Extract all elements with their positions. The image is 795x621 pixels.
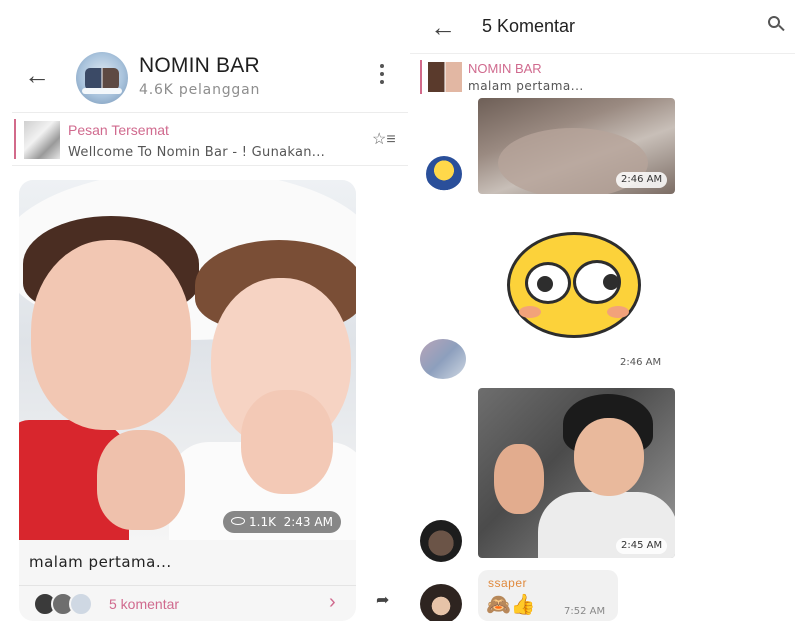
commenter-avatar[interactable] xyxy=(420,520,462,562)
commenter-avatar[interactable] xyxy=(426,156,462,192)
comments-header: ← 5 Komentar xyxy=(410,0,795,54)
message-time: 7:52 AM xyxy=(564,606,606,617)
post-caption: malam pertama... xyxy=(29,553,172,571)
channel-header: ← NOMIN BAR 4.6K pelanggan xyxy=(0,44,410,110)
back-arrow-icon[interactable]: ← xyxy=(430,14,456,40)
avatar xyxy=(69,592,93,616)
referenced-post[interactable]: NOMIN BAR malam pertama... xyxy=(418,58,788,98)
pinned-title: Pesan Tersemat xyxy=(68,122,169,138)
pinned-list-icon[interactable]: ☆≡ xyxy=(372,129,396,149)
message-time: 2:46 AM xyxy=(620,357,662,368)
message-time: 2:46 AM xyxy=(616,172,668,188)
sticker-message[interactable]: 2:45 AM xyxy=(478,388,675,558)
emoji-sticker[interactable] xyxy=(507,232,641,338)
post-time: 2:43 AM xyxy=(283,515,333,529)
ref-thumbnail xyxy=(428,62,462,92)
subscriber-count: 4.6K pelanggan xyxy=(139,82,261,98)
channel-name[interactable]: NOMIN BAR xyxy=(139,54,260,78)
view-count: 1.1K xyxy=(249,515,276,529)
back-arrow-icon[interactable]: ← xyxy=(24,62,50,88)
comments-count-label[interactable]: 5 komentar xyxy=(109,596,179,612)
comment-bubble[interactable]: ssaper 🙈👍 7:52 AM xyxy=(478,570,618,621)
comments-panel: ← 5 Komentar NOMIN BAR malam pertama... … xyxy=(410,0,795,621)
search-icon[interactable] xyxy=(768,16,785,32)
chevron-right-icon[interactable]: › xyxy=(329,591,336,614)
channel-panel: ← NOMIN BAR 4.6K pelanggan Pesan Tersema… xyxy=(0,0,410,621)
post-photo[interactable]: 1.1K 2:43 AM xyxy=(19,180,356,540)
comment-emojis: 🙈👍 xyxy=(486,592,536,616)
avatar-art xyxy=(85,68,119,90)
ref-channel-name: NOMIN BAR xyxy=(468,61,542,76)
comments-title: 5 Komentar xyxy=(482,16,576,36)
commenter-avatar[interactable] xyxy=(420,339,466,379)
channel-post: 1.1K 2:43 AM malam pertama... 5 komentar… xyxy=(19,180,356,621)
commenter-name[interactable]: ssaper xyxy=(488,576,527,590)
eye-icon xyxy=(231,517,245,525)
avatar-art-base xyxy=(82,88,122,94)
share-icon[interactable]: ➦ xyxy=(376,590,389,610)
message-time: 2:45 AM xyxy=(616,538,668,554)
more-options-icon[interactable] xyxy=(378,64,386,90)
comments-link[interactable]: 5 komentar › xyxy=(19,586,356,621)
pinned-accent-bar xyxy=(14,119,16,159)
pinned-message[interactable]: Pesan Tersemat Wellcome To Nomin Bar - !… xyxy=(12,112,408,166)
pinned-thumbnail xyxy=(24,121,60,159)
ref-accent-bar xyxy=(420,60,422,94)
pinned-text: Wellcome To Nomin Bar - ! Gunakan... xyxy=(68,145,326,160)
ref-caption: malam pertama... xyxy=(468,79,584,93)
commenter-avatar[interactable] xyxy=(420,584,462,621)
channel-avatar[interactable] xyxy=(76,52,128,104)
sticker-message[interactable]: 2:46 AM xyxy=(478,98,675,194)
post-stats-badge: 1.1K 2:43 AM xyxy=(223,511,341,533)
